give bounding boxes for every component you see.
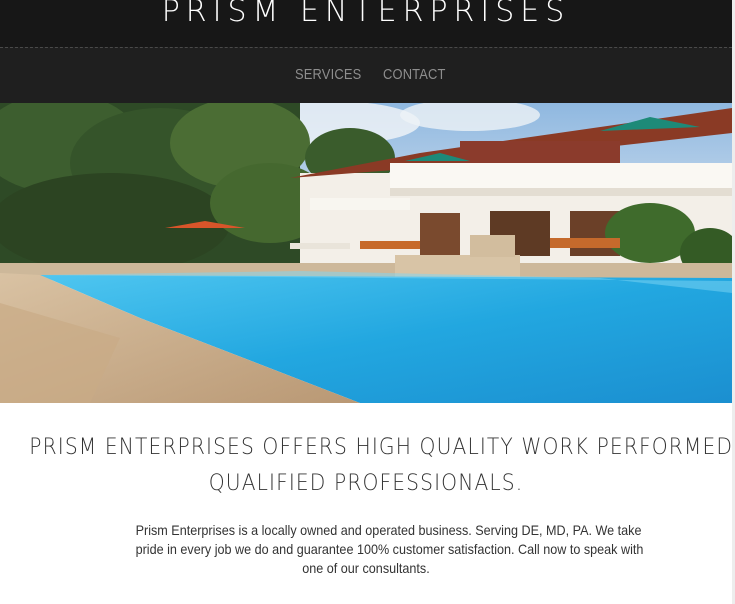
villa-pool-illustration [0, 103, 732, 403]
headline: PRISM ENTERPRISES OFFERS HIGH QUALITY WO… [0, 430, 735, 502]
intro-line-3: one of our consultants. [302, 560, 430, 576]
main-nav: SERVICES CONTACT [0, 47, 732, 103]
nav-link-services[interactable]: SERVICES [295, 66, 361, 83]
nav-link-contact[interactable]: CONTACT [383, 66, 446, 83]
intro-paragraph: Prism Enterprises is a locally owned and… [110, 521, 644, 578]
site-header: PRISM ENTERPRISES [0, 0, 732, 47]
headline-line-1: PRISM ENTERPRISES OFFERS HIGH QUALITY WO… [29, 435, 735, 460]
intro-line-2: pride in every job we do and guarantee 1… [135, 541, 644, 557]
headline-line-2: QUALIFIED PROFESSIONALS. [208, 471, 524, 496]
intro-line-1: Prism Enterprises is a locally owned and… [135, 522, 642, 538]
site-title[interactable]: PRISM ENTERPRISES [162, 0, 571, 29]
page: PRISM ENTERPRISES SERVICES CONTACT PRISM… [0, 0, 735, 604]
hero-image [0, 103, 732, 403]
